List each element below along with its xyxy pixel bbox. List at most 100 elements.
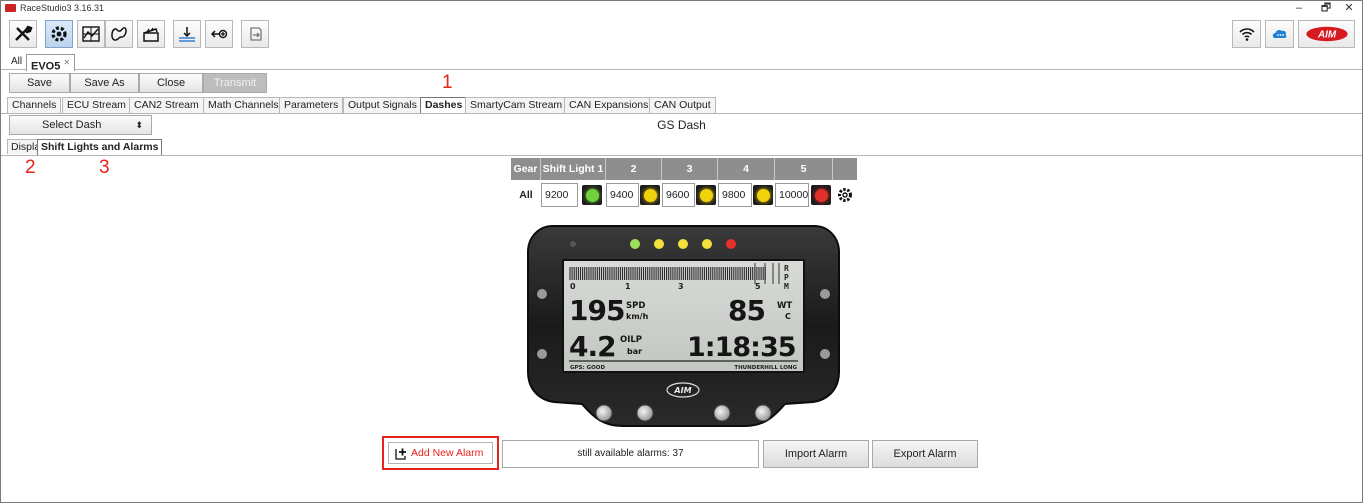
wifi-icon[interactable] (1232, 20, 1261, 48)
shift-light-2-value[interactable]: 9400 (606, 183, 639, 207)
wrench-screwdriver-icon[interactable] (9, 20, 37, 48)
window-title: RaceStudio3 3.16.31 (20, 3, 105, 13)
app-window: RaceStudio3 3.16.31 – 🗗 ✕ AIM All EVO5 ✕… (0, 0, 1363, 503)
oil-pressure-value: 4.2 (569, 330, 616, 363)
lap-time-value: 1:18:35 (687, 332, 796, 363)
dash-button-2 (636, 404, 654, 422)
tab-ecu-stream[interactable]: ECU Stream (62, 97, 131, 113)
shift-light-3-value[interactable]: 9600 (662, 183, 695, 207)
cloud-icon[interactable] (1265, 20, 1294, 48)
shift-light-4-value[interactable]: 9800 (718, 183, 752, 207)
save-button[interactable]: Save (9, 73, 70, 93)
shift-light-3-led[interactable] (696, 185, 716, 205)
rpm-tick-5: 5 (755, 282, 761, 291)
shift-light-4-led[interactable] (753, 185, 773, 205)
tab-dashes[interactable]: Dashes (420, 97, 468, 114)
dash-shift-led-1 (630, 239, 640, 249)
dash-button-1 (595, 404, 613, 422)
speed-unit: km/h (626, 312, 649, 321)
water-level-icon[interactable] (173, 20, 201, 48)
settings-gear-icon[interactable] (45, 20, 73, 48)
gs-dash-illustration: R P M 0 1 3 5 195 SPD km/h 85 WT C 4.2 O… (527, 225, 840, 427)
tab-smartycam-stream[interactable]: SmartyCam Stream (465, 97, 568, 113)
tab-all[interactable]: All (7, 54, 26, 70)
header-shift-light-5: 5 (775, 158, 833, 180)
dash-aim-logo-text: AIM (673, 386, 691, 395)
water-temp-unit: C (785, 312, 791, 321)
minimize-button[interactable]: – (1284, 1, 1314, 17)
shift-light-5-value[interactable]: 10000 (775, 183, 809, 207)
close-button[interactable]: Close (139, 73, 203, 93)
shift-light-1-led[interactable] (582, 185, 602, 205)
tab-can-expansions[interactable]: CAN Expansions (564, 97, 654, 113)
dash-name: GS Dash (657, 118, 706, 132)
dash-shift-led-2 (654, 239, 664, 249)
add-new-alarm-highlight: Add New Alarm (382, 436, 499, 470)
app-icon (5, 4, 16, 12)
tab-output-signals[interactable]: Output Signals (343, 97, 422, 113)
header-shift-light-2: 2 (606, 158, 662, 180)
add-new-alarm-button[interactable]: Add New Alarm (388, 442, 493, 464)
dash-light-sensor (570, 241, 576, 247)
dash-shift-led-3 (678, 239, 688, 249)
close-tab-icon[interactable]: ✕ (63, 58, 70, 67)
dash-button-4 (754, 404, 772, 422)
annotation-marker-3: 3 (99, 157, 110, 178)
oil-pressure-unit: bar (627, 347, 642, 356)
header-gear: Gear (511, 158, 541, 180)
annotation-marker-2: 2 (25, 157, 36, 178)
add-new-alarm-label: Add New Alarm (411, 447, 484, 459)
tab-parameters[interactable]: Parameters (279, 97, 344, 113)
speed-value: 195 (569, 294, 624, 327)
shift-light-2-led[interactable] (640, 185, 660, 205)
dash-screw (537, 289, 547, 299)
gear-all-label: All (519, 189, 533, 201)
subtab-divider (1, 155, 1362, 156)
analysis-chart-icon[interactable] (77, 20, 105, 48)
track-map-icon[interactable] (105, 20, 133, 48)
export-icon[interactable] (241, 20, 269, 48)
dash-screw (820, 349, 830, 359)
header-settings (833, 158, 857, 180)
aim-logo-text: AIM (1316, 30, 1336, 41)
document-tabs: All EVO5 ✕ (1, 53, 1362, 73)
rpm-label-m: M (784, 282, 789, 291)
rpm-tick-3: 3 (678, 282, 684, 291)
tab-shift-lights-alarms[interactable]: Shift Lights and Alarms (37, 139, 163, 155)
import-alarm-button[interactable]: Import Alarm (763, 440, 869, 468)
header-shift-light-3: 3 (662, 158, 718, 180)
tab-channels[interactable]: Channels (7, 97, 62, 113)
shift-light-5-led[interactable] (811, 185, 831, 205)
available-alarms-count: still available alarms: 37 (502, 440, 759, 468)
shift-light-settings-gear-icon[interactable] (835, 185, 855, 205)
save-as-button[interactable]: Save As (70, 73, 139, 93)
add-document-icon (395, 448, 406, 460)
tab-math-channels[interactable]: Math Channels (203, 97, 284, 113)
tab-can-output[interactable]: CAN Output (649, 97, 716, 113)
shift-light-1-value[interactable]: 9200 (541, 183, 578, 207)
tab-evo5[interactable]: EVO5 ✕ (26, 54, 76, 73)
dash-screw (820, 289, 830, 299)
speed-label: SPD (626, 301, 645, 311)
tab-divider (1, 113, 1362, 114)
tab-can2-stream[interactable]: CAN2 Stream (129, 97, 204, 113)
rpm-label-p: P (784, 273, 789, 282)
transmit-button[interactable]: Transmit (203, 73, 267, 93)
title-bar: RaceStudio3 3.16.31 – 🗗 ✕ (1, 1, 1362, 17)
header-shift-light-1: Shift Light 1 (541, 158, 606, 180)
clapperboard-video-icon[interactable] (137, 20, 165, 48)
gps-status: GPS: GOOD (570, 365, 605, 371)
dash-shift-led-4 (702, 239, 712, 249)
config-tabs: Channels ECU Stream CAN2 Stream Math Cha… (7, 97, 1362, 114)
close-window-button[interactable]: ✕ (1334, 1, 1362, 17)
tab-evo5-label: EVO5 (31, 60, 61, 73)
oil-pressure-label: OILP (620, 335, 642, 345)
add-device-icon[interactable] (205, 20, 233, 48)
rpm-label-r: R (784, 264, 789, 273)
track-name: THUNDERHILL LONG (734, 365, 797, 371)
water-temp-value: 85 (728, 294, 765, 327)
dash-button-3 (713, 404, 731, 422)
export-alarm-button[interactable]: Export Alarm (872, 440, 978, 468)
water-temp-label: WT (777, 301, 792, 311)
main-toolbar: AIM (1, 20, 1362, 50)
